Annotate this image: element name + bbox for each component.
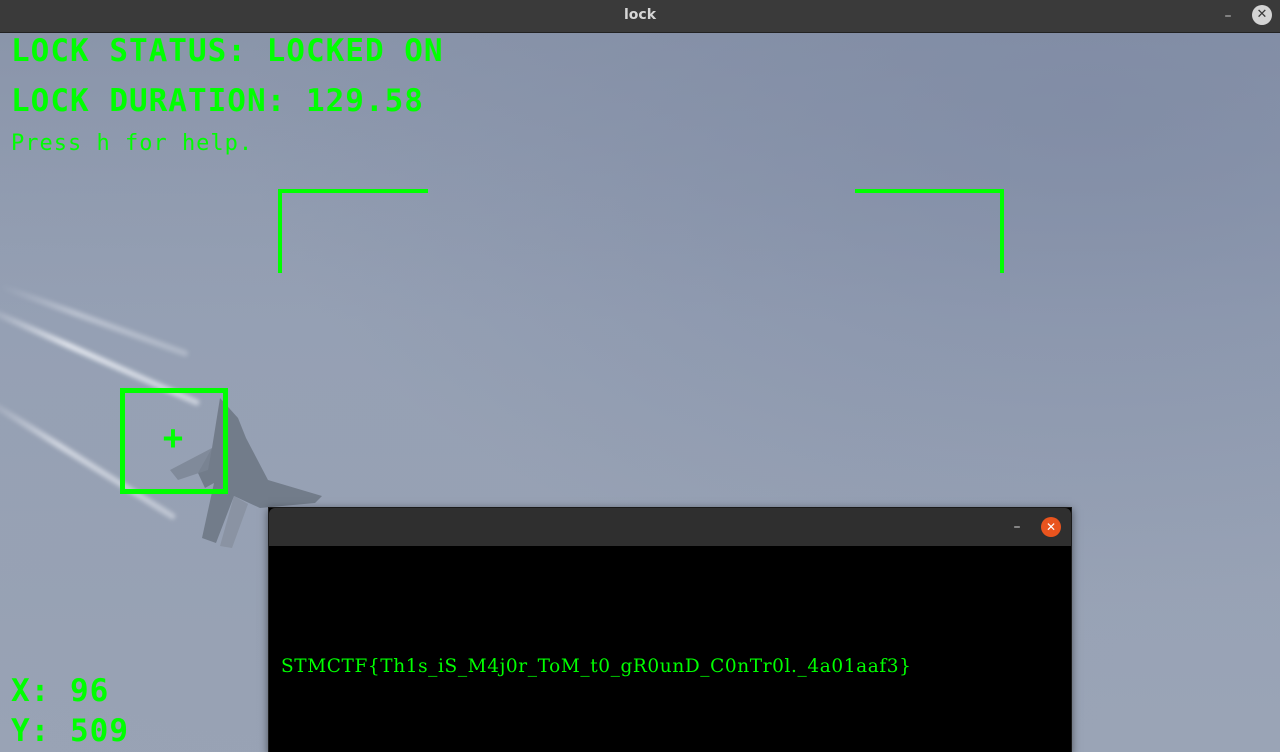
- crosshair-icon: +: [162, 418, 184, 458]
- popup-titlebar[interactable]: – ✕: [269, 508, 1071, 546]
- lock-status-text: LOCK STATUS: LOCKED ON: [11, 33, 444, 69]
- contrail: [0, 283, 189, 358]
- window-titlebar[interactable]: lock – ✕: [0, 0, 1280, 33]
- popup-body: STMCTF{Th1s_iS_M4j0r_ToM_t0_gR0unD_C0nTr…: [269, 546, 1071, 752]
- x-coordinate-readout: X: 96: [11, 673, 110, 709]
- flag-text: STMCTF{Th1s_iS_M4j0r_ToM_t0_gR0unD_C0nTr…: [281, 656, 912, 677]
- y-coordinate-readout: Y: 509: [11, 713, 129, 749]
- lock-window: lock – ✕ LOCK STATUS: LOCKED ON LOCK DUR…: [0, 0, 1280, 752]
- close-button[interactable]: ✕: [1252, 5, 1272, 25]
- flag-popup-window: – ✕ STMCTF{Th1s_iS_M4j0r_ToM_t0_gR0unD_C…: [268, 507, 1072, 752]
- lock-duration-text: LOCK DURATION: 129.58: [11, 83, 424, 119]
- lock-frame-bracket-left: [278, 189, 428, 273]
- minimize-button[interactable]: –: [1218, 6, 1238, 26]
- help-hint-text: Press h for help.: [11, 131, 254, 156]
- popup-minimize-button[interactable]: –: [1007, 517, 1027, 537]
- popup-close-button[interactable]: ✕: [1041, 517, 1061, 537]
- window-title: lock: [623, 7, 657, 23]
- lock-frame-bracket-right: [855, 189, 1004, 273]
